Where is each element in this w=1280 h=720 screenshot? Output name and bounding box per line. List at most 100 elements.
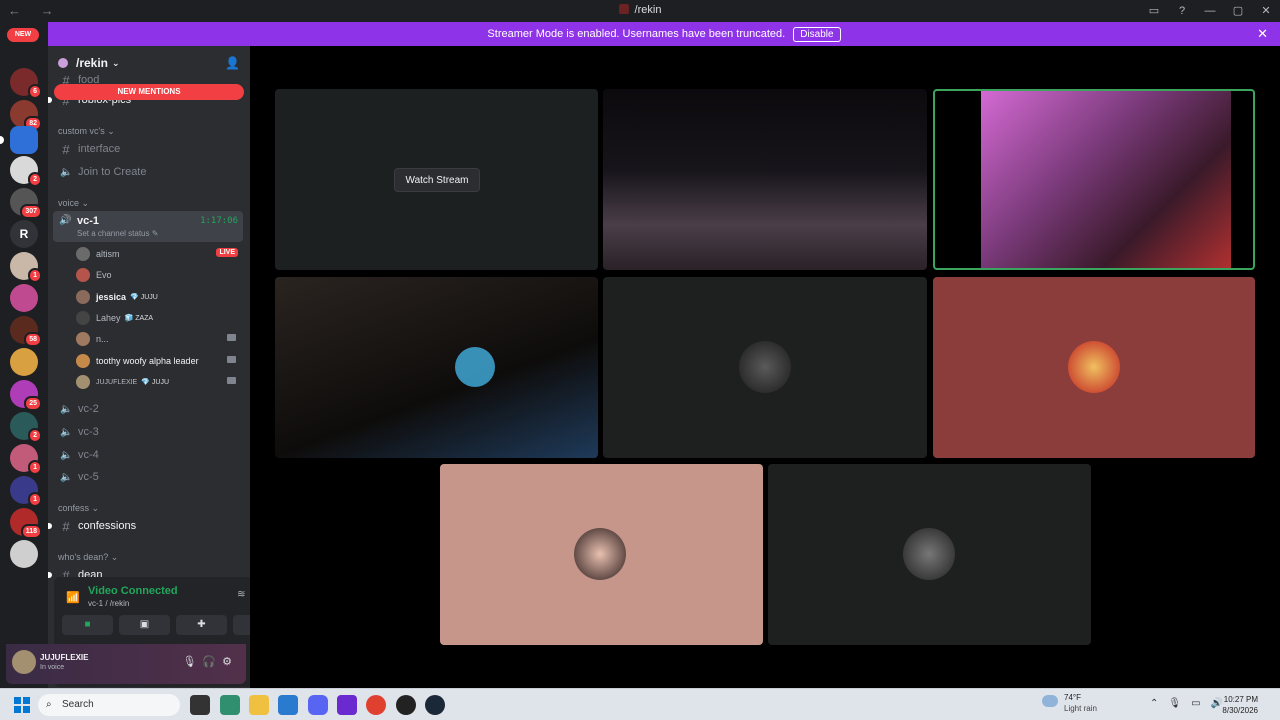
noise-suppression-icon[interactable]: ≋ bbox=[237, 589, 250, 600]
channel-label: Join to Create bbox=[78, 166, 147, 178]
invite-icon[interactable]: 👤 bbox=[225, 56, 240, 70]
video-tile[interactable] bbox=[603, 89, 927, 270]
channel-label: interface bbox=[78, 143, 121, 155]
new-mentions-bar[interactable]: NEW MENTIONS bbox=[54, 84, 244, 100]
user-status: In voice bbox=[40, 664, 65, 671]
server-icon[interactable]: 58 bbox=[10, 316, 42, 347]
voice-status-channel[interactable]: vc-1 / /rekin bbox=[88, 599, 129, 608]
minimize-button[interactable]: — bbox=[1196, 0, 1224, 22]
start-button[interactable] bbox=[14, 697, 30, 713]
server-icon[interactable]: 1 bbox=[10, 476, 42, 507]
server-icon[interactable]: 307 bbox=[10, 188, 42, 219]
chrome-icon[interactable] bbox=[366, 695, 386, 715]
soundboard-button[interactable]: ♪ bbox=[233, 615, 250, 635]
activities-button[interactable]: ✚ bbox=[176, 615, 227, 635]
steam-icon[interactable] bbox=[425, 695, 445, 715]
voice-status-title[interactable]: Video Connected bbox=[88, 585, 178, 597]
voice-user[interactable]: jessica 💎 JUJU bbox=[76, 288, 240, 306]
speaker-icon: 🔈 bbox=[60, 449, 73, 461]
server-icon[interactable]: 6 bbox=[10, 68, 42, 99]
video-feed bbox=[981, 91, 1231, 268]
clock[interactable]: 10:27 PM 8/30/2026 bbox=[1222, 694, 1258, 716]
speaker-icon: 🔈 bbox=[60, 166, 73, 178]
server-icon[interactable]: 118 bbox=[10, 508, 42, 539]
microphone-icon[interactable]: 🎙 bbox=[182, 656, 202, 668]
category-whos-dean[interactable]: who's dean? ⌄ bbox=[58, 552, 118, 563]
taskbar-search[interactable]: ⌕ Search bbox=[38, 694, 180, 716]
voice-user[interactable]: n... bbox=[76, 330, 240, 348]
video-tile[interactable] bbox=[933, 277, 1255, 458]
selected-pip bbox=[0, 136, 4, 144]
search-placeholder: Search bbox=[62, 699, 94, 710]
signal-icon[interactable]: 📶 bbox=[66, 591, 80, 604]
mention-badge: 118 bbox=[20, 524, 42, 539]
set-channel-status[interactable]: Set a channel status ✎ bbox=[77, 229, 158, 238]
chevron-up-icon[interactable]: ⌃ bbox=[1150, 698, 1168, 709]
channel-join-to-create[interactable]: 🔈 Join to Create bbox=[54, 162, 244, 182]
mention-badge: 2 bbox=[28, 172, 42, 187]
close-button[interactable]: ✕ bbox=[1252, 0, 1280, 22]
server-icon[interactable]: 25 bbox=[10, 380, 42, 411]
discord-icon[interactable] bbox=[308, 695, 328, 715]
unread-pip bbox=[48, 572, 52, 578]
channel-vc-4[interactable]: 🔈 vc-4 bbox=[54, 445, 244, 465]
file-explorer-icon[interactable] bbox=[249, 695, 269, 715]
microphone-icon[interactable]: 🎙 bbox=[1168, 698, 1191, 709]
app-icon[interactable] bbox=[396, 695, 416, 715]
inbox-icon[interactable]: ▭ bbox=[1140, 0, 1168, 22]
screen-share-button[interactable]: ▣ bbox=[119, 615, 170, 635]
title-bar: ← → /rekin ▭ ? — ▢ ✕ bbox=[0, 0, 1280, 22]
stream-tile[interactable]: Watch Stream bbox=[275, 89, 598, 270]
server-icon[interactable]: R bbox=[10, 220, 38, 248]
channel-vc-1[interactable]: 🔊 vc-1 1:17:06 Set a channel status ✎ bbox=[53, 211, 243, 242]
voice-user[interactable]: JUJUFLEXIE 💎 JUJU bbox=[76, 373, 240, 391]
music-icon[interactable] bbox=[337, 695, 357, 715]
banner-close-icon[interactable]: ✕ bbox=[1257, 26, 1268, 42]
server-icon[interactable]: 1 bbox=[10, 252, 42, 283]
video-tile-speaking[interactable] bbox=[933, 89, 1255, 270]
server-icon[interactable]: 2 bbox=[10, 412, 42, 443]
video-tile[interactable] bbox=[275, 277, 598, 458]
voice-user[interactable]: Lahey 🧊 ZAZA bbox=[76, 309, 240, 327]
help-icon[interactable]: ? bbox=[1168, 0, 1196, 22]
hash-icon: # bbox=[62, 518, 70, 534]
server-icon[interactable] bbox=[10, 540, 38, 568]
app-icon[interactable] bbox=[220, 695, 240, 715]
gear-icon[interactable]: ⚙ bbox=[222, 656, 238, 668]
voice-user[interactable]: toothy woofy alpha leader bbox=[76, 352, 240, 370]
channel-vc-5[interactable]: 🔈 vc-5 bbox=[54, 467, 244, 487]
server-rail: NEW 6 82 2 307 R 1 58 25 2 1 1 118 bbox=[0, 22, 48, 688]
video-tile[interactable] bbox=[768, 464, 1091, 645]
video-tile[interactable] bbox=[603, 277, 927, 458]
chevron-down-icon: ⌄ bbox=[112, 57, 120, 68]
headphones-icon[interactable]: 🎧 bbox=[202, 656, 222, 668]
category-voice[interactable]: voice ⌄ bbox=[58, 198, 89, 209]
channel-label: vc-2 bbox=[78, 403, 99, 415]
server-icon[interactable]: 82 bbox=[10, 100, 42, 131]
maximize-button[interactable]: ▢ bbox=[1224, 0, 1252, 22]
server-icon[interactable] bbox=[10, 284, 38, 312]
disable-button[interactable]: Disable bbox=[793, 26, 841, 42]
server-icon[interactable] bbox=[0, 126, 38, 154]
user-tag: 💎 JUJU bbox=[130, 294, 158, 301]
voice-user[interactable]: Evo bbox=[76, 266, 240, 284]
channel-interface[interactable]: # interface bbox=[54, 139, 244, 159]
new-unread-pill[interactable]: NEW bbox=[7, 28, 39, 42]
video-tile[interactable] bbox=[440, 464, 763, 645]
store-icon[interactable] bbox=[278, 695, 298, 715]
server-icon[interactable]: 1 bbox=[10, 444, 42, 475]
channel-vc-3[interactable]: 🔈 vc-3 bbox=[54, 422, 244, 442]
category-custom-vcs[interactable]: custom vc's ⌄ bbox=[58, 126, 115, 137]
mention-badge: 307 bbox=[20, 204, 42, 219]
camera-button[interactable]: ■ bbox=[62, 615, 113, 635]
server-icon[interactable] bbox=[10, 348, 38, 376]
channel-confessions[interactable]: # confessions bbox=[48, 516, 244, 536]
voice-user[interactable]: altism LIVE bbox=[76, 245, 240, 263]
watch-stream-button[interactable]: Watch Stream bbox=[394, 168, 480, 192]
server-icon[interactable]: 2 bbox=[10, 156, 42, 187]
avatar[interactable] bbox=[12, 650, 36, 674]
network-icon[interactable]: ▭ bbox=[1191, 698, 1210, 709]
channel-vc-2[interactable]: 🔈 vc-2 bbox=[54, 399, 244, 419]
category-confess[interactable]: confess ⌄ bbox=[58, 503, 99, 514]
task-view-icon[interactable] bbox=[190, 695, 210, 715]
